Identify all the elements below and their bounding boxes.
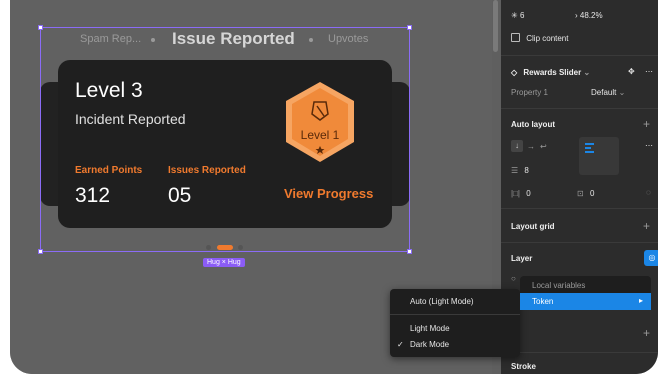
gap-field[interactable]: ☰ 8	[511, 166, 529, 175]
add-layout-grid-icon[interactable]: +	[643, 219, 650, 233]
submenu-header: Local variables	[532, 281, 586, 290]
chevron-down-icon: ⌄	[618, 88, 626, 97]
auto-layout-heading: Auto layout	[511, 120, 555, 129]
checkmark-icon: ✓	[397, 340, 404, 349]
property-value: Default	[591, 88, 617, 97]
variable-mode-icon[interactable]: ◎	[644, 250, 658, 266]
layer-heading: Layer	[511, 254, 533, 263]
gap-icon: ☰	[511, 166, 519, 175]
alignment-grid[interactable]	[579, 137, 619, 175]
menu-item-light[interactable]: Light Mode	[410, 324, 450, 333]
arrow-right-icon[interactable]: →	[527, 142, 535, 151]
page-dot[interactable]	[238, 245, 243, 250]
chevron-right-icon: ›	[575, 11, 578, 20]
resize-handle-tl[interactable]	[38, 25, 43, 30]
percentage-value[interactable]: 48.2%	[580, 11, 603, 20]
resize-handle-bl[interactable]	[38, 249, 43, 254]
spacing-row: ✳ 6	[511, 11, 524, 20]
clip-content-label: Clip content	[526, 34, 569, 43]
variable-submenu: Local variables Token ▸	[520, 276, 651, 310]
padding-vertical-icon: ⊡	[577, 189, 584, 198]
figma-window: Spam Rep... Issue Reported Upvotes Level…	[10, 0, 658, 374]
clip-content-checkbox[interactable]	[511, 33, 520, 42]
layout-grid-heading: Layout grid	[511, 222, 555, 231]
resize-handle-tr[interactable]	[407, 25, 412, 30]
asterisk-icon: ✳	[511, 11, 518, 20]
property-dropdown[interactable]: Default ⌄	[591, 88, 625, 97]
size-badge: Hug × Hug	[203, 258, 245, 267]
count-value[interactable]: 6	[520, 11, 524, 20]
chevron-down-icon: ⌄	[583, 68, 591, 77]
opacity-row: › 48.2%	[575, 11, 603, 20]
properties-panel: ✳ 6 › 48.2% Clip content ◇ Rewards Slide…	[501, 0, 658, 374]
component-row[interactable]: ◇ Rewards Slider ⌄	[511, 68, 590, 77]
submenu-item-token[interactable]: Token ▸	[520, 293, 651, 310]
padding-horizontal-icon: |□|	[511, 189, 520, 198]
token-label: Token	[532, 297, 554, 306]
clip-content-row[interactable]: Clip content	[511, 33, 568, 43]
mode-menu: Auto (Light Mode) Light Mode ✓ Dark Mode	[390, 289, 520, 357]
component-icon: ◇	[511, 68, 518, 77]
menu-item-auto[interactable]: Auto (Light Mode)	[410, 297, 474, 306]
gap-value: 8	[524, 166, 529, 175]
more-icon[interactable]: ⋯	[645, 67, 653, 76]
page-dot[interactable]	[206, 245, 211, 250]
wrap-icon[interactable]: ↩	[540, 142, 547, 151]
vertical-padding-field[interactable]: ⊡ 0	[577, 189, 594, 198]
move-icon[interactable]: ✥	[628, 67, 635, 76]
selection-box	[40, 27, 410, 252]
menu-item-dark[interactable]: Dark Mode	[410, 340, 449, 349]
canvas-scrollbar[interactable]	[493, 0, 498, 52]
add-auto-layout-icon[interactable]: +	[643, 117, 650, 131]
blend-icon[interactable]: ○	[511, 274, 516, 283]
vertical-padding-value: 0	[589, 189, 595, 198]
property-label: Property 1	[511, 88, 548, 97]
resize-handle-br[interactable]	[407, 249, 412, 254]
resize-icon[interactable]: ◌	[646, 188, 651, 197]
add-effect-icon[interactable]: +	[643, 326, 650, 340]
component-name: Rewards Slider	[523, 68, 582, 77]
more-icon[interactable]: ⋯	[645, 141, 653, 150]
page-dot-active[interactable]	[217, 245, 233, 250]
caret-right-icon: ▸	[638, 296, 643, 305]
arrow-down-icon[interactable]: ↓	[511, 140, 523, 152]
horizontal-padding-field[interactable]: |□| 0	[511, 189, 531, 198]
horizontal-padding-value: 0	[526, 189, 531, 198]
stroke-heading: Stroke	[511, 362, 536, 371]
